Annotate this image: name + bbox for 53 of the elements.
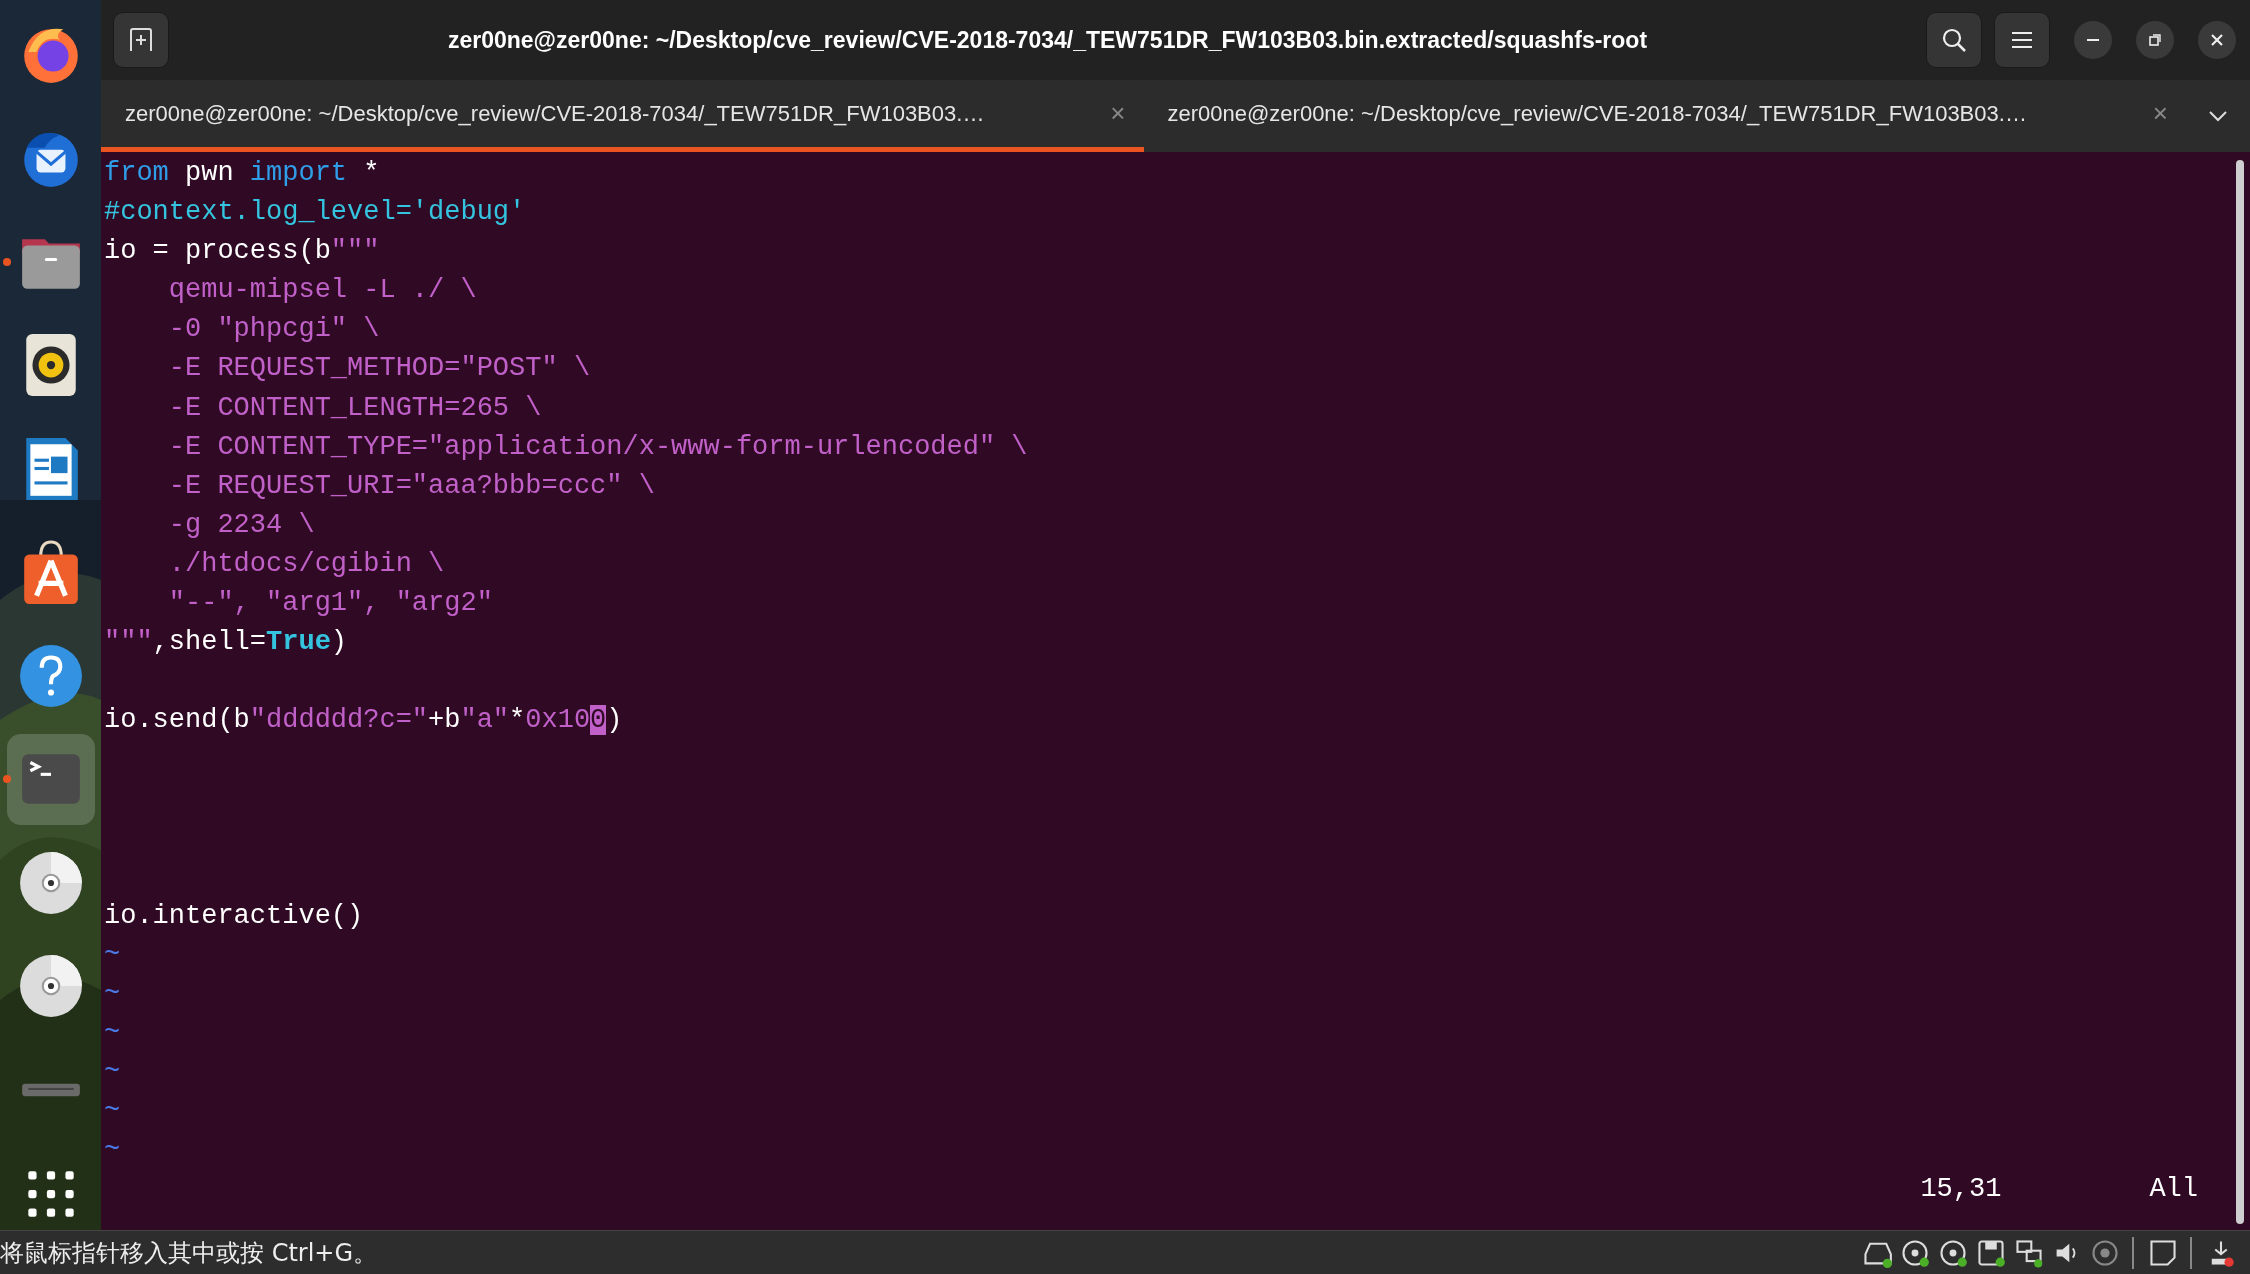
restore-icon — [2148, 33, 2162, 47]
menu-icon — [2010, 30, 2034, 50]
code-line: -E REQUEST_URI="aaa?bbb=ccc" \ — [167, 469, 656, 503]
window-title: zer00ne@zer00ne: ~/Desktop/cve_review/CVE-2018-7034/_TEW751DR_FW103B03.bin.extracted/squashfs-root — [446, 26, 1649, 54]
code-line: -0 "phpcgi" \ — [167, 313, 381, 347]
code-line: -g 2234 \ — [167, 508, 316, 542]
code-line: -E CONTENT_LENGTH=265 \ — [167, 391, 543, 425]
new-tab-button[interactable] — [113, 12, 169, 68]
code-line: "--", "arg1", "arg2" — [167, 587, 494, 621]
code-line: io.interactive() — [104, 899, 365, 933]
window-icon[interactable] — [2148, 1237, 2178, 1268]
code-line: io.send(b"dddddd?c="+b"a"*0x100) — [104, 704, 624, 738]
tab-close-button[interactable]: × — [2152, 98, 2168, 129]
chevron-down-icon[interactable] — [2208, 110, 2228, 122]
floppy-icon[interactable] — [1976, 1237, 2006, 1268]
code-line: ./htdocs/cgibin \ — [167, 547, 446, 581]
search-button[interactable] — [1926, 12, 1982, 68]
terminal-tab[interactable]: zer00ne@zer00ne: ~/Desktop/cve_review/CVE-2018-7034/_TEW751DR_FW103B03.… × — [101, 80, 1144, 152]
disc-icon[interactable] — [1900, 1237, 1930, 1268]
empty-line-marker: ~ — [104, 1096, 121, 1127]
restore-button[interactable] — [2136, 21, 2174, 59]
code-line: qemu-mipsel -L ./ \ — [167, 274, 478, 308]
empty-line-marker: ~ — [104, 1018, 121, 1049]
search-icon — [1940, 26, 1968, 54]
empty-line-marker: ~ — [104, 1057, 121, 1088]
empty-line-marker: ~ — [104, 939, 121, 970]
code-line: """,shell=True) — [104, 626, 349, 660]
disc-icon[interactable] — [17, 849, 84, 916]
close-icon — [2209, 32, 2225, 48]
help-icon[interactable] — [17, 643, 84, 710]
tab-close-button[interactable]: × — [1110, 98, 1126, 129]
code-line: from pwn import * — [104, 157, 381, 190]
empty-line-marker: ~ — [104, 1135, 121, 1166]
empty-line-marker: ~ — [104, 978, 121, 1009]
minimize-icon — [2087, 39, 2099, 41]
code-line: -E CONTENT_TYPE="application/x-www-form-urlencoded" \ — [167, 430, 1029, 464]
scroll-position: All — [2149, 1173, 2198, 1207]
code-line: io = process(b""" — [104, 235, 381, 269]
close-button[interactable] — [2198, 21, 2236, 59]
record-icon[interactable] — [2090, 1237, 2120, 1268]
scrollbar[interactable] — [2236, 160, 2244, 1224]
tab-label[interactable]: zer00ne@zer00ne: ~/Desktop/cve_review/CVE-2018-7034/_TEW751DR_FW103B03.… — [125, 100, 1097, 127]
disc-icon[interactable] — [17, 953, 84, 1020]
code-line: #context.log_level='debug' — [104, 196, 527, 230]
menu-button[interactable] — [1994, 12, 2050, 68]
code-line: -E REQUEST_METHOD="POST" \ — [167, 352, 592, 386]
status-message: 将鼠标指针移入其中或按 Ctrl+G。 — [0, 1237, 379, 1269]
disc-icon[interactable] — [1938, 1237, 1968, 1268]
terminal-tab[interactable]: zer00ne@zer00ne: ~/Desktop/cve_review/CVE-2018-7034/_TEW751DR_FW103B03.… × — [1143, 80, 2186, 152]
tab-plus-icon — [128, 27, 154, 53]
network-icon[interactable] — [2014, 1237, 2044, 1268]
cursor-position: 15,31 — [1920, 1173, 2002, 1207]
tab-label[interactable]: zer00ne@zer00ne: ~/Desktop/cve_review/CVE-2018-7034/_TEW751DR_FW103B03.… — [1167, 100, 2139, 127]
